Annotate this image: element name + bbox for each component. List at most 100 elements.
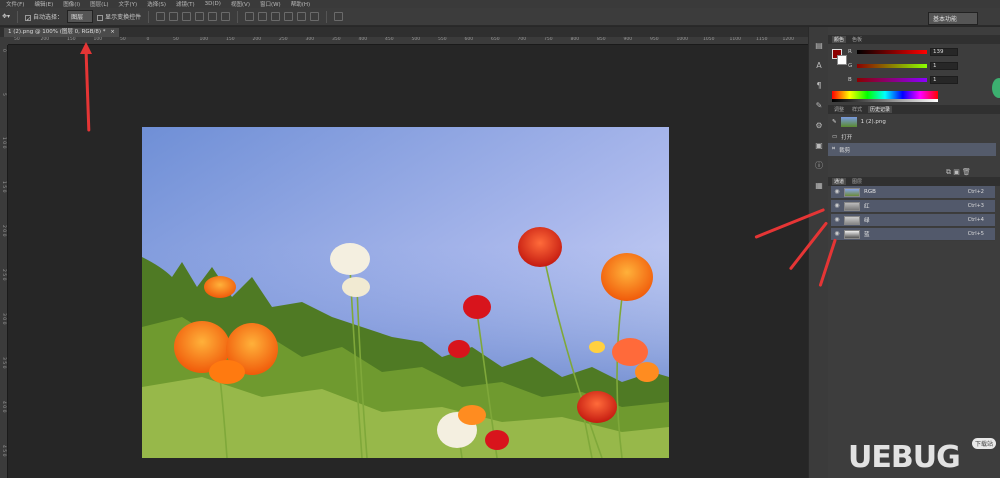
ruler-tick-label: 850 [597, 37, 606, 42]
b-value-input[interactable]: 1 [930, 76, 958, 84]
distribute-bottom-icon[interactable] [271, 12, 281, 21]
distribute-top-icon[interactable] [245, 12, 255, 21]
menu-help[interactable]: 帮助(H) [291, 0, 310, 8]
vertical-ruler[interactable]: 0 5 1 0 0 1 5 0 2 0 0 2 5 0 3 0 0 3 5 0 4 0 0 4 5… [0, 45, 8, 478]
show-transform-checkbox[interactable]: 显示变换控件 [97, 12, 141, 21]
distribute-left-icon[interactable] [284, 12, 294, 21]
flower-photo [142, 127, 669, 458]
color-ramp[interactable] [832, 91, 938, 99]
eye-icon[interactable]: ◉ [833, 216, 841, 224]
g-track[interactable] [857, 64, 927, 68]
align-bottom-icon[interactable] [182, 12, 192, 21]
history-item-label: 打开 [841, 134, 853, 141]
channel-name: 红 [864, 204, 870, 210]
g-slider[interactable]: G 1 [848, 61, 988, 71]
r-value-input[interactable]: 139 [930, 48, 958, 56]
character-icon[interactable]: A [814, 61, 824, 70]
history-brush-icon[interactable]: ▤ [814, 41, 824, 50]
tab-styles[interactable]: 样式 [850, 106, 864, 113]
menu-select[interactable]: 选择(S) [147, 0, 166, 8]
horizontal-ruler[interactable]: 50 200 150 100 50 0 50 100 150 200 250 300 350 400 450… [8, 37, 808, 45]
tool-presets-icon[interactable]: ⚙ [814, 121, 824, 130]
show-transform-label: 显示变换控件 [105, 14, 142, 21]
watermark-logo: UEBUG 下载站 [848, 438, 998, 475]
align-hcenter-icon[interactable] [208, 12, 218, 21]
tab-swatches[interactable]: 色板 [850, 36, 864, 43]
eye-icon[interactable]: ◉ [833, 202, 841, 210]
ruler-tick-label: 1200 [782, 37, 794, 42]
menu-edit[interactable]: 编辑(E) [34, 0, 53, 8]
document-tab[interactable]: 1 (2).png @ 100% (图层 0, RGB/8) * × [4, 28, 119, 37]
history-action-icons[interactable]: ⧉ ▣ 🗑 [946, 168, 971, 177]
distribute-vcenter-icon[interactable] [258, 12, 268, 21]
menu-file[interactable]: 文件(F) [6, 0, 24, 8]
watermark-badge: 下载站 [971, 438, 996, 449]
r-slider[interactable]: R 139 [848, 47, 988, 57]
align-left-icon[interactable] [195, 12, 205, 21]
menu-bar: 文件(F) 编辑(E) 图像(I) 图层(L) 文字(Y) 选择(S) 滤镜(T… [0, 0, 1000, 8]
ruler-tick-label: 100 [93, 37, 103, 42]
r-track[interactable] [857, 50, 927, 54]
b-slider[interactable]: B 1 [848, 75, 988, 85]
menu-view[interactable]: 视图(V) [231, 0, 250, 8]
floating-badge-icon[interactable] [992, 78, 1000, 98]
annotation-arrowhead [80, 42, 92, 54]
color-panel-tabs: 颜色 色板 [828, 35, 1000, 44]
history-item-crop[interactable]: ⌗ 裁剪 [828, 143, 996, 156]
g-value-input[interactable]: 1 [930, 62, 958, 70]
tab-channels[interactable]: 通道 [832, 178, 847, 185]
b-track[interactable] [857, 78, 927, 82]
menu-image[interactable]: 图像(I) [63, 0, 80, 8]
eye-icon[interactable]: ◉ [833, 230, 841, 238]
close-icon[interactable]: × [110, 29, 115, 35]
channel-shortcut: Ctrl+5 [967, 231, 984, 237]
ruler-tick-label: 500 [411, 37, 421, 42]
menu-type[interactable]: 文字(Y) [119, 0, 138, 8]
move-tool-icon[interactable]: ✥▾ [2, 13, 10, 20]
tab-color[interactable]: 颜色 [832, 36, 847, 43]
document-image[interactable] [142, 127, 669, 458]
history-snapshot[interactable]: ✎ 1 (2).png [828, 115, 996, 128]
history-item-open[interactable]: ▭ 打开 [828, 130, 996, 143]
menu-filter[interactable]: 滤镜(T) [176, 0, 195, 8]
crop-icon: ⌗ [832, 146, 836, 152]
align-right-icon[interactable] [221, 12, 231, 21]
tab-history[interactable]: 历史记录 [868, 106, 893, 113]
align-vcenter-icon[interactable] [169, 12, 179, 21]
layer-comps-icon[interactable]: ▣ [814, 141, 824, 150]
background-color-swatch[interactable] [837, 55, 847, 65]
auto-select-dropdown[interactable]: 图层 [67, 10, 94, 23]
channel-row-rgb[interactable]: ◉ RGB Ctrl+2 [831, 186, 995, 199]
ruler-tick-label: 800 [570, 37, 580, 42]
history-panel-tabs: 调整 样式 历史记录 [828, 105, 1000, 114]
ruler-tick-label: 650 [491, 37, 500, 42]
checkbox-icon [97, 14, 104, 21]
channel-name: 蓝 [864, 232, 870, 238]
notes-icon[interactable]: ▦ [814, 181, 824, 190]
channel-row-red[interactable]: ◉ 红 Ctrl+3 [831, 200, 995, 213]
menu-window[interactable]: 窗口(W) [260, 0, 281, 8]
workspace-dropdown[interactable]: 基本功能 [928, 12, 978, 25]
menu-layer[interactable]: 图层(L) [90, 0, 108, 8]
eye-icon[interactable]: ◉ [833, 188, 841, 196]
divider [237, 10, 239, 23]
auto-align-icon[interactable] [334, 12, 344, 21]
channel-thumbnail [844, 187, 860, 197]
grayscale-ramp[interactable] [832, 99, 938, 102]
auto-select-checkbox[interactable]: ✓ 自动选择： [25, 12, 63, 23]
document-tab-bar: 1 (2).png @ 100% (图层 0, RGB/8) * × [0, 27, 808, 37]
menu-3d[interactable]: 3D(D) [205, 1, 221, 7]
channel-row-green[interactable]: ◉ 绿 Ctrl+4 [831, 214, 995, 227]
distribute-right-icon[interactable] [310, 12, 320, 21]
tab-adjustments[interactable]: 调整 [832, 106, 846, 113]
ruler-tick-label: 50 [120, 37, 126, 42]
channel-row-blue[interactable]: ◉ 蓝 Ctrl+5 [831, 228, 995, 241]
ruler-tick-label: 50 [173, 37, 179, 42]
tab-layers[interactable]: 图层 [850, 178, 864, 185]
brush-icon[interactable]: ✎ [814, 101, 824, 110]
align-top-icon[interactable] [156, 12, 166, 21]
paragraph-icon[interactable]: ¶ [814, 81, 824, 90]
distribute-hcenter-icon[interactable] [297, 12, 307, 21]
info-icon[interactable]: ⓘ [814, 161, 824, 170]
ruler-tick-label: 5 [1, 93, 6, 96]
